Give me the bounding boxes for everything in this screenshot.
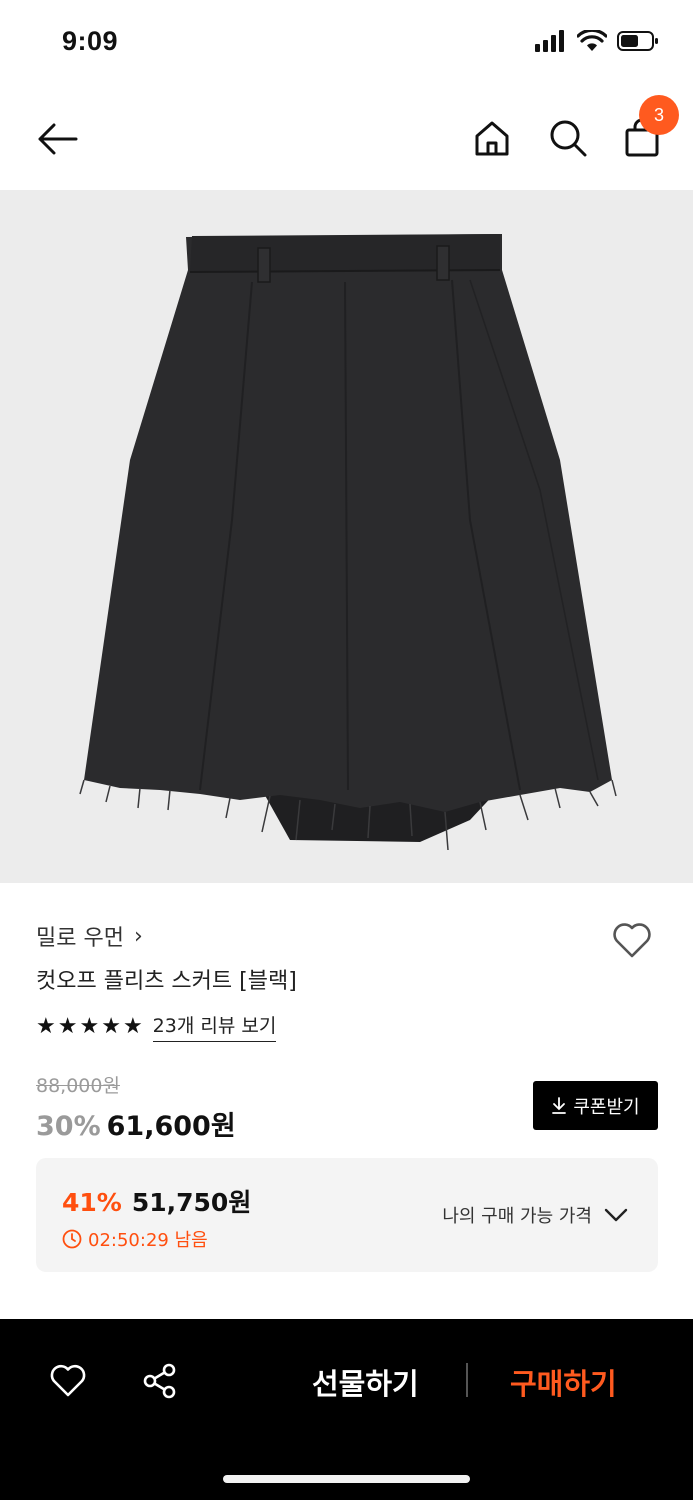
cellular-signal-icon (535, 30, 564, 52)
my-price-box[interactable]: 41% 51,750원 02:50:29 남음 나의 구매 가능 가격 (36, 1158, 658, 1272)
heart-icon (613, 923, 651, 958)
chevron-down-icon (604, 1208, 628, 1222)
bottom-action-bar: 선물하기 구매하기 (0, 1319, 693, 1500)
sale-price: 61,600원 (106, 1111, 236, 1142)
back-button[interactable] (34, 116, 80, 162)
my-price-label: 나의 구매 가능 가격 (442, 1206, 592, 1227)
my-price-row: 41% 51,750원 (62, 1183, 251, 1219)
star-icon: ★ (122, 1013, 143, 1039)
wifi-icon (577, 30, 607, 51)
cart-count-badge: 3 (639, 95, 679, 135)
my-price-toggle[interactable]: 나의 구매 가능 가격 (442, 1202, 628, 1228)
share-icon (143, 1363, 176, 1399)
download-icon (552, 1096, 567, 1114)
price-row: 30% 61,600원 (36, 1104, 236, 1143)
timer-text: 02:50:29 남음 (88, 1230, 208, 1251)
product-image[interactable] (0, 190, 693, 883)
chevron-right-icon: › (133, 923, 143, 949)
app-header (0, 88, 693, 190)
heart-icon (50, 1364, 86, 1397)
rating-row: ★ ★ ★ ★ ★ 23개 리뷰 보기 (36, 1011, 277, 1042)
star-rating: ★ ★ ★ ★ ★ (36, 1013, 143, 1039)
product-name: 컷오프 플리츠 스커트 [블랙] (36, 969, 297, 994)
star-icon: ★ (79, 1013, 100, 1039)
review-link[interactable]: 23개 리뷰 보기 (152, 1011, 277, 1042)
brand-name: 밀로 우먼 (36, 926, 124, 951)
home-icon (475, 121, 509, 156)
discount-rate: 30% (36, 1111, 101, 1142)
coupon-label: 쿠폰받기 (573, 1096, 640, 1118)
search-icon (550, 120, 587, 157)
buy-button[interactable]: 구매하기 (510, 1361, 617, 1403)
home-indicator (223, 1475, 470, 1483)
star-icon: ★ (101, 1013, 121, 1039)
star-icon: ★ (36, 1013, 56, 1039)
search-button[interactable] (546, 116, 590, 160)
countdown-timer: 02:50:29 남음 (62, 1226, 208, 1252)
coupon-button[interactable]: 쿠폰받기 (533, 1081, 658, 1130)
my-price: 51,750원 (131, 1188, 252, 1217)
status-icons (535, 30, 659, 52)
clock-icon (62, 1229, 82, 1249)
battery-icon (617, 31, 658, 51)
share-button[interactable] (140, 1361, 180, 1401)
skirt-illustration (79, 234, 617, 851)
home-button[interactable] (470, 116, 514, 160)
wishlist-button[interactable] (610, 918, 654, 962)
status-time: 9:09 (62, 26, 119, 56)
star-icon: ★ (57, 1013, 78, 1039)
divider (466, 1363, 468, 1397)
status-bar: 9:09 (0, 0, 693, 88)
back-arrow-icon (38, 123, 78, 155)
gift-button[interactable]: 선물하기 (312, 1361, 419, 1403)
bottom-wishlist-button[interactable] (48, 1361, 88, 1401)
original-price: 88,000원 (36, 1075, 120, 1097)
brand-link[interactable]: 밀로 우먼 › (36, 920, 143, 952)
my-discount-rate: 41% (62, 1188, 122, 1217)
